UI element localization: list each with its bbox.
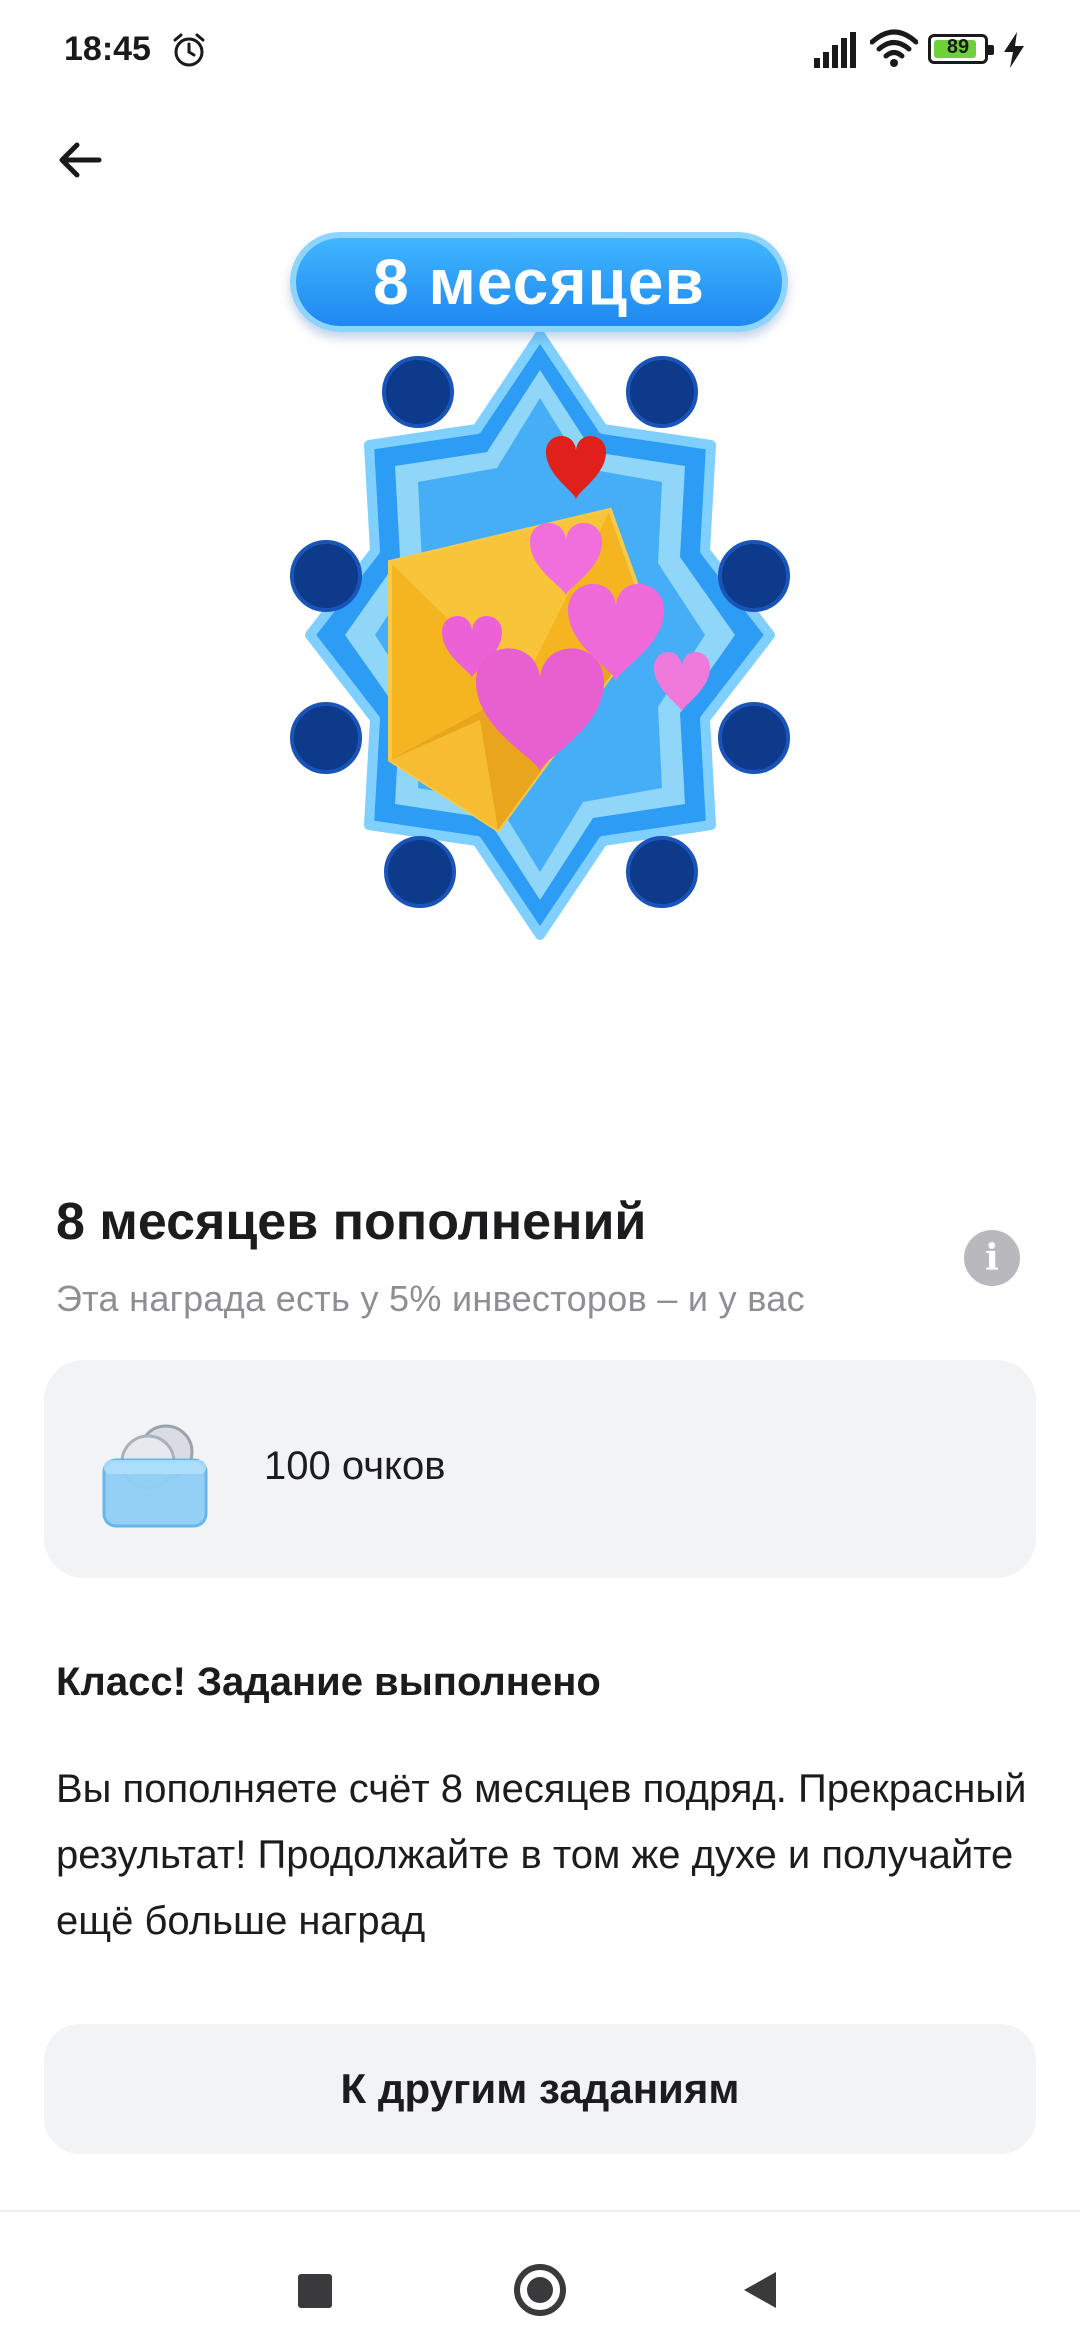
battery-level: 89 (946, 36, 970, 58)
award-medal-image (290, 330, 790, 940)
charging-icon (1004, 32, 1024, 68)
info-icon: i (985, 1237, 999, 1279)
back-button[interactable] (40, 120, 120, 200)
coins-icon (102, 1424, 208, 1528)
recents-icon[interactable] (298, 2274, 332, 2308)
points-card: 100 очков (44, 1360, 1036, 1578)
award-title: 8 месяцев пополнений (56, 1193, 647, 1251)
system-nav-bar (0, 2212, 1080, 2340)
award-screen: 18:45 89 8 месяцев 8 месяцев пополнений … (0, 0, 1080, 2340)
battery-icon: 89 (928, 34, 994, 64)
task-heading: Класс! Задание выполнено (56, 1660, 601, 1704)
back-icon[interactable] (742, 2270, 778, 2310)
points-label: 100 очков (264, 1444, 446, 1488)
status-time: 18:45 (64, 30, 151, 68)
wifi-icon (870, 29, 918, 67)
alarm-icon (173, 33, 205, 67)
other-tasks-button[interactable]: К другим заданиям (44, 2024, 1036, 2154)
info-button[interactable]: i (964, 1230, 1020, 1286)
medal-ribbon: 8 месяцев (290, 232, 788, 332)
home-icon[interactable] (514, 2264, 566, 2316)
medal-ribbon-text: 8 месяцев (373, 246, 705, 318)
arrow-left-icon (59, 142, 102, 178)
award-subtitle: Эта награда есть у 5% инвесторов – и у в… (56, 1278, 805, 1319)
task-body: Вы пополняете счёт 8 месяцев подряд. Пре… (56, 1767, 1027, 1943)
status-bar: 18:45 89 (0, 0, 1080, 100)
signal-icon (814, 32, 856, 68)
